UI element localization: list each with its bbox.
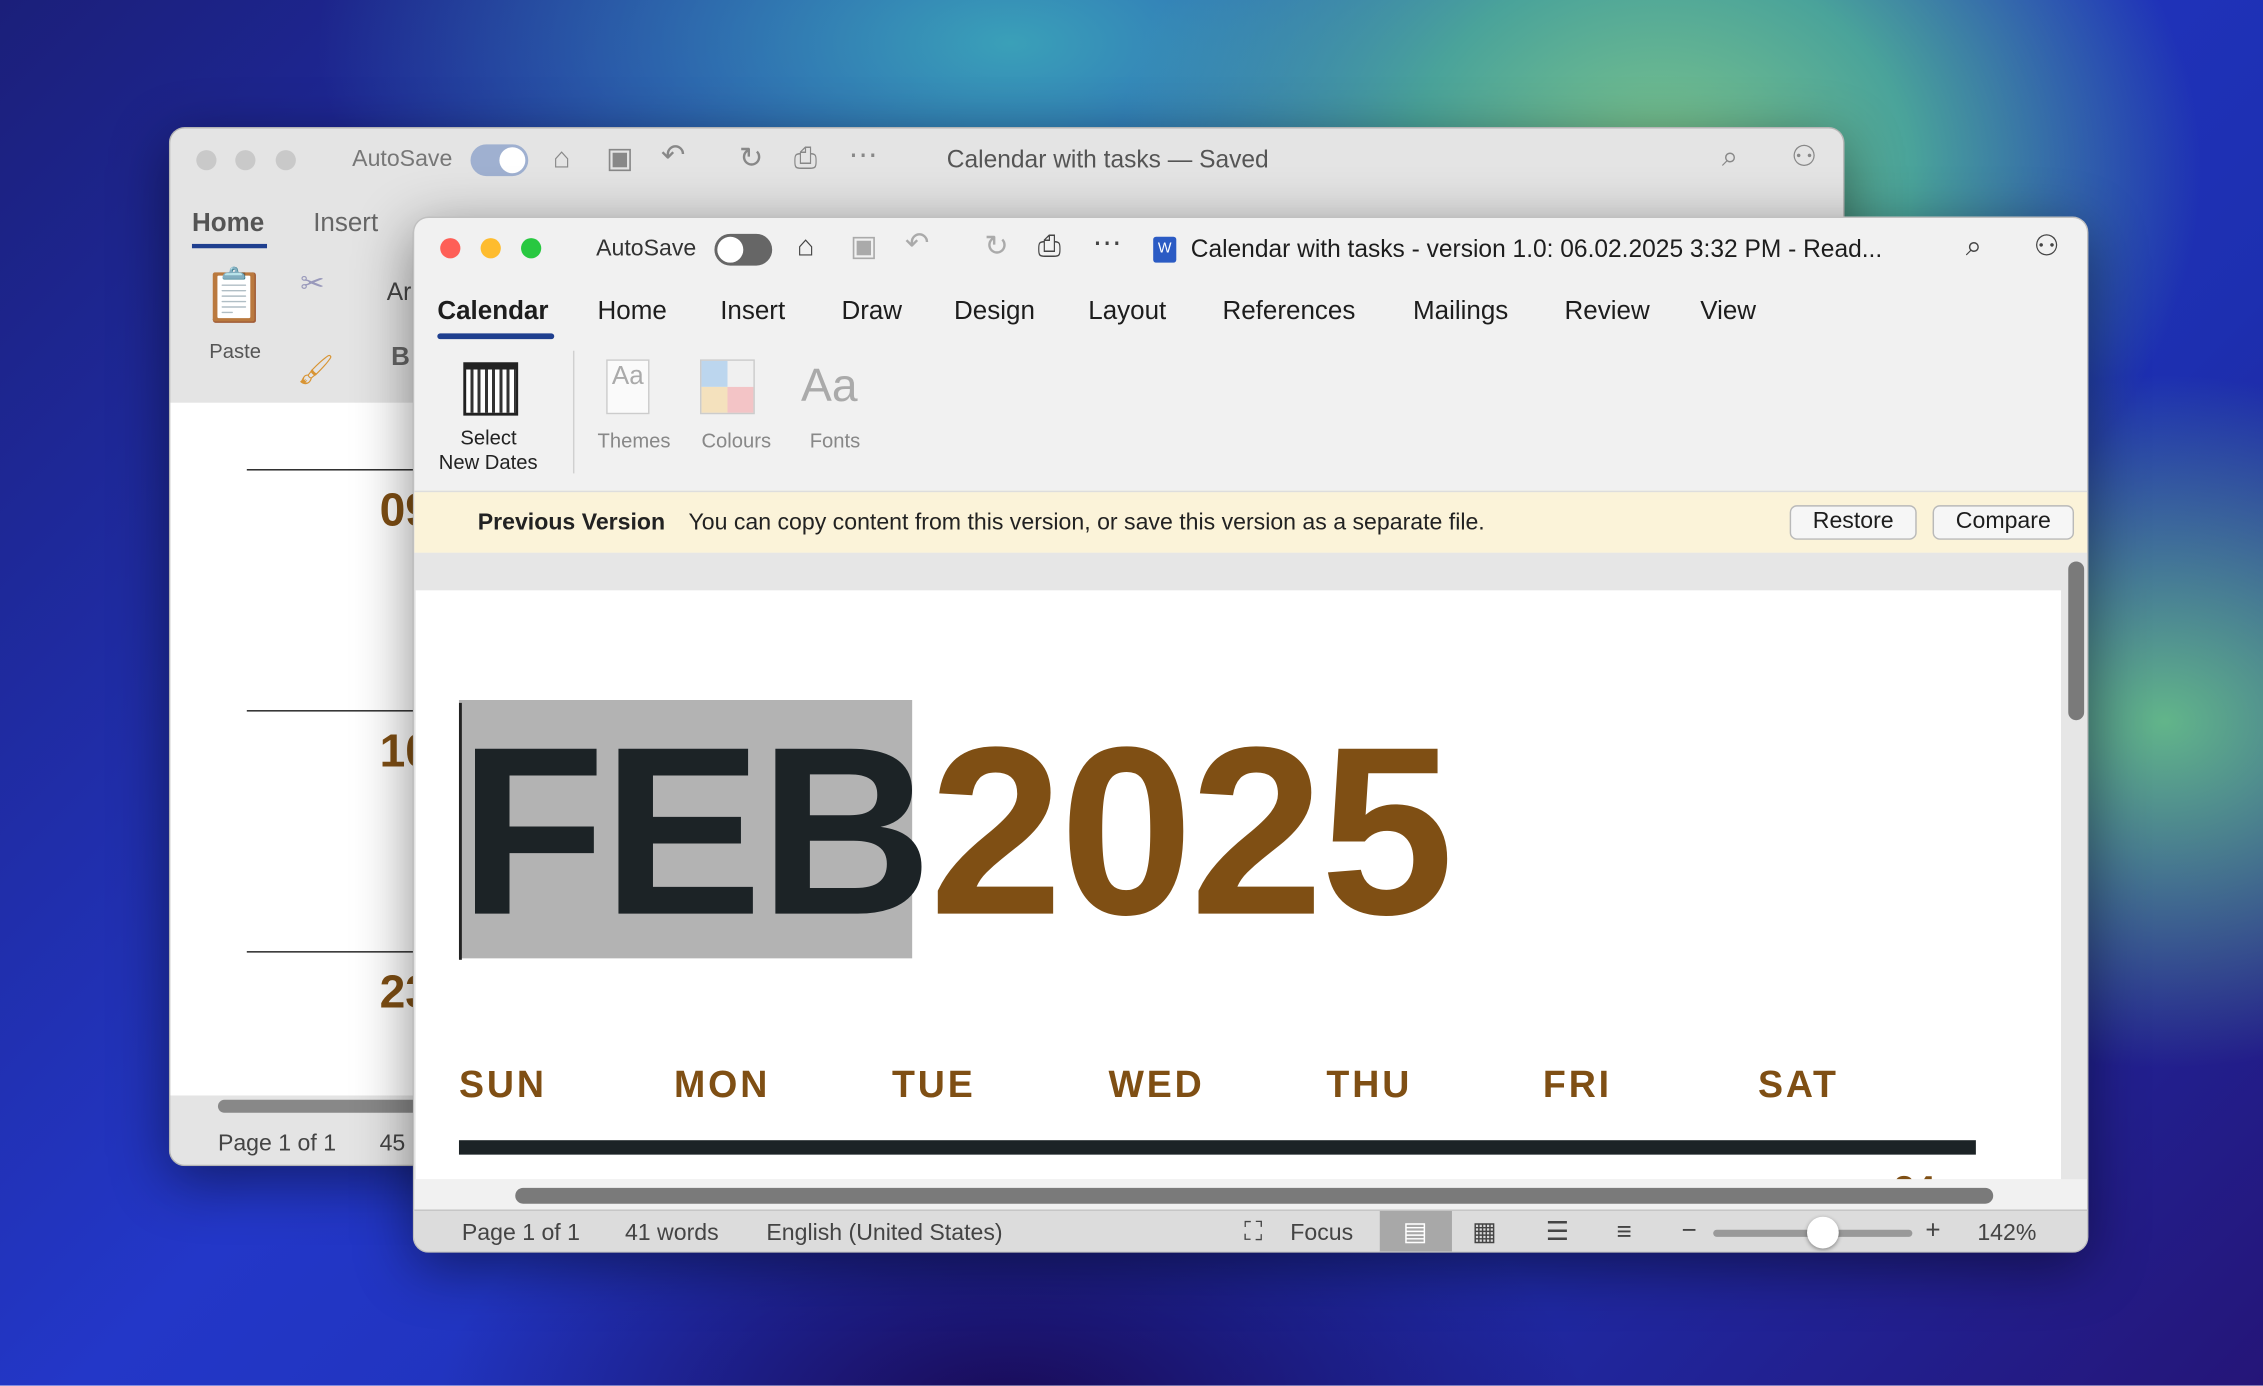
cut-icon[interactable]: ✂	[300, 270, 324, 299]
day-header: WED	[1108, 1062, 1205, 1106]
tab-insert[interactable]: Insert	[313, 208, 378, 238]
status-bar: Page 1 of 1 41 words English (United Sta…	[414, 1209, 2088, 1252]
day-header: FRI	[1542, 1062, 1613, 1106]
word-doc-icon: W	[1153, 236, 1177, 263]
day-header: MON	[674, 1062, 771, 1106]
colours-button[interactable]: Colours	[701, 429, 771, 452]
minimize-button[interactable]	[480, 238, 501, 259]
month-heading: FEB	[458, 698, 932, 966]
home-icon[interactable]: ⌂	[553, 144, 570, 173]
minimize-button[interactable]	[235, 150, 256, 171]
tab-home[interactable]: Home	[192, 208, 264, 238]
format-painter-icon[interactable]: 🖌	[297, 356, 334, 385]
active-tab-indicator	[437, 333, 555, 340]
colours-icon[interactable]	[700, 359, 755, 415]
close-button[interactable]	[440, 238, 461, 259]
horizontal-scrollbar[interactable]	[515, 1187, 1994, 1204]
share-icon[interactable]: ⚇	[2034, 232, 2060, 261]
active-tab-indicator	[191, 243, 268, 249]
tab-insert[interactable]: Insert	[720, 296, 785, 326]
previous-version-infobar: Previous Version You can copy content fr…	[414, 490, 2088, 553]
tab-mailings[interactable]: Mailings	[1413, 296, 1508, 326]
year-heading: 2025	[929, 698, 1453, 966]
themes-button[interactable]: Themes	[598, 429, 671, 452]
tab-calendar[interactable]: Calendar	[437, 296, 548, 326]
tab-references[interactable]: References	[1222, 296, 1355, 326]
redo-icon[interactable]: ↻	[984, 232, 1008, 261]
day-header: SUN	[458, 1062, 547, 1106]
print-layout-view-button[interactable]: ▤	[1379, 1210, 1452, 1252]
document-page[interactable]: FEB2025 SUN MON TUE WED THU FRI SAT 24	[415, 590, 2062, 1180]
autosave-label: AutoSave	[352, 147, 453, 172]
page-count: Page 1 of 1	[217, 1131, 337, 1157]
window-title: Calendar with tasks — Saved	[946, 145, 1269, 174]
day-header: TUE	[891, 1062, 976, 1106]
restore-button[interactable]: Restore	[1789, 505, 1917, 540]
search-icon[interactable]: ⌕	[1722, 143, 1738, 172]
more-icon[interactable]: ⋯	[849, 141, 878, 170]
new-dates-label: New Dates	[438, 450, 538, 474]
word-count: 45	[379, 1131, 406, 1157]
infobar-title: Previous Version	[477, 510, 666, 536]
infobar-message: You can copy content from this version, …	[688, 510, 1485, 536]
day-header: THU	[1326, 1062, 1413, 1106]
calendar-icon	[463, 362, 519, 416]
print-icon[interactable]: ⎙	[1038, 232, 1061, 261]
fonts-icon[interactable]: Aa	[801, 359, 857, 412]
fonts-button[interactable]: Fonts	[810, 429, 861, 452]
save-icon[interactable]: ▣	[606, 144, 633, 173]
focus-icon[interactable]: ⛶	[1244, 1218, 1262, 1244]
share-icon[interactable]: ⚇	[1791, 143, 1817, 172]
print-layout-icon: ▤	[1402, 1216, 1428, 1246]
ribbon-divider	[572, 350, 575, 474]
word-count[interactable]: 41 words	[625, 1221, 719, 1247]
tab-design[interactable]: Design	[954, 296, 1035, 326]
zoom-in-button[interactable]: +	[1925, 1217, 1940, 1243]
themes-icon[interactable]: Aa	[606, 359, 650, 415]
window-title: Calendar with tasks - version 1.0: 06.02…	[1190, 235, 1883, 263]
select-label: Select	[460, 425, 517, 449]
undo-icon[interactable]: ↶	[905, 229, 929, 258]
web-layout-icon[interactable]: ▦	[1472, 1218, 1497, 1244]
zoom-percentage[interactable]: 142%	[1977, 1221, 2036, 1247]
date-number: 24	[1894, 1168, 1936, 1180]
zoom-slider-thumb[interactable]	[1806, 1216, 1839, 1249]
focus-button[interactable]: Focus	[1290, 1221, 1353, 1247]
save-icon[interactable]: ▣	[850, 232, 877, 261]
tab-layout[interactable]: Layout	[1088, 296, 1166, 326]
tab-review[interactable]: Review	[1565, 296, 1650, 326]
day-header: SAT	[1757, 1062, 1839, 1106]
zoom-button[interactable]	[275, 150, 296, 171]
print-icon[interactable]: ⎙	[794, 144, 817, 173]
autosave-toggle[interactable]	[470, 144, 529, 177]
close-button[interactable]	[196, 150, 217, 171]
home-icon[interactable]: ⌂	[797, 232, 814, 261]
front-word-window[interactable]: AutoSave ⌂ ▣ ↶ ↻ ⎙ ⋯ W Calendar with tas…	[412, 216, 2089, 1253]
horizontal-scrollbar[interactable]	[217, 1099, 435, 1113]
autosave-label: AutoSave	[596, 236, 697, 262]
zoom-out-button[interactable]: −	[1681, 1217, 1696, 1243]
tab-home[interactable]: Home	[598, 296, 667, 326]
compare-button[interactable]: Compare	[1932, 505, 2075, 540]
tab-view[interactable]: View	[1700, 296, 1756, 326]
zoom-button[interactable]	[521, 238, 542, 259]
search-icon[interactable]: ⌕	[1966, 232, 1982, 261]
vertical-scrollbar[interactable]	[2068, 561, 2085, 721]
draft-view-icon[interactable]: ≡	[1616, 1218, 1631, 1244]
language-indicator[interactable]: English (United States)	[766, 1221, 1002, 1247]
tab-draw[interactable]: Draw	[841, 296, 902, 326]
font-name-field[interactable]: Ar	[387, 279, 412, 308]
themes-icon-text: Aa	[611, 360, 644, 390]
header-rule	[458, 1140, 1976, 1155]
outline-view-icon[interactable]: ☰	[1546, 1218, 1569, 1244]
select-new-dates-button[interactable]: Select New Dates	[429, 356, 559, 479]
more-icon[interactable]: ⋯	[1093, 229, 1122, 258]
paste-label: Paste	[209, 339, 261, 363]
bold-button[interactable]: B	[391, 342, 410, 372]
page-count: Page 1 of 1	[461, 1221, 580, 1246]
paste-icon[interactable]: 📋	[202, 269, 267, 322]
redo-icon[interactable]: ↻	[739, 144, 763, 173]
autosave-toggle[interactable]	[714, 233, 773, 266]
undo-icon[interactable]: ↶	[661, 141, 685, 170]
